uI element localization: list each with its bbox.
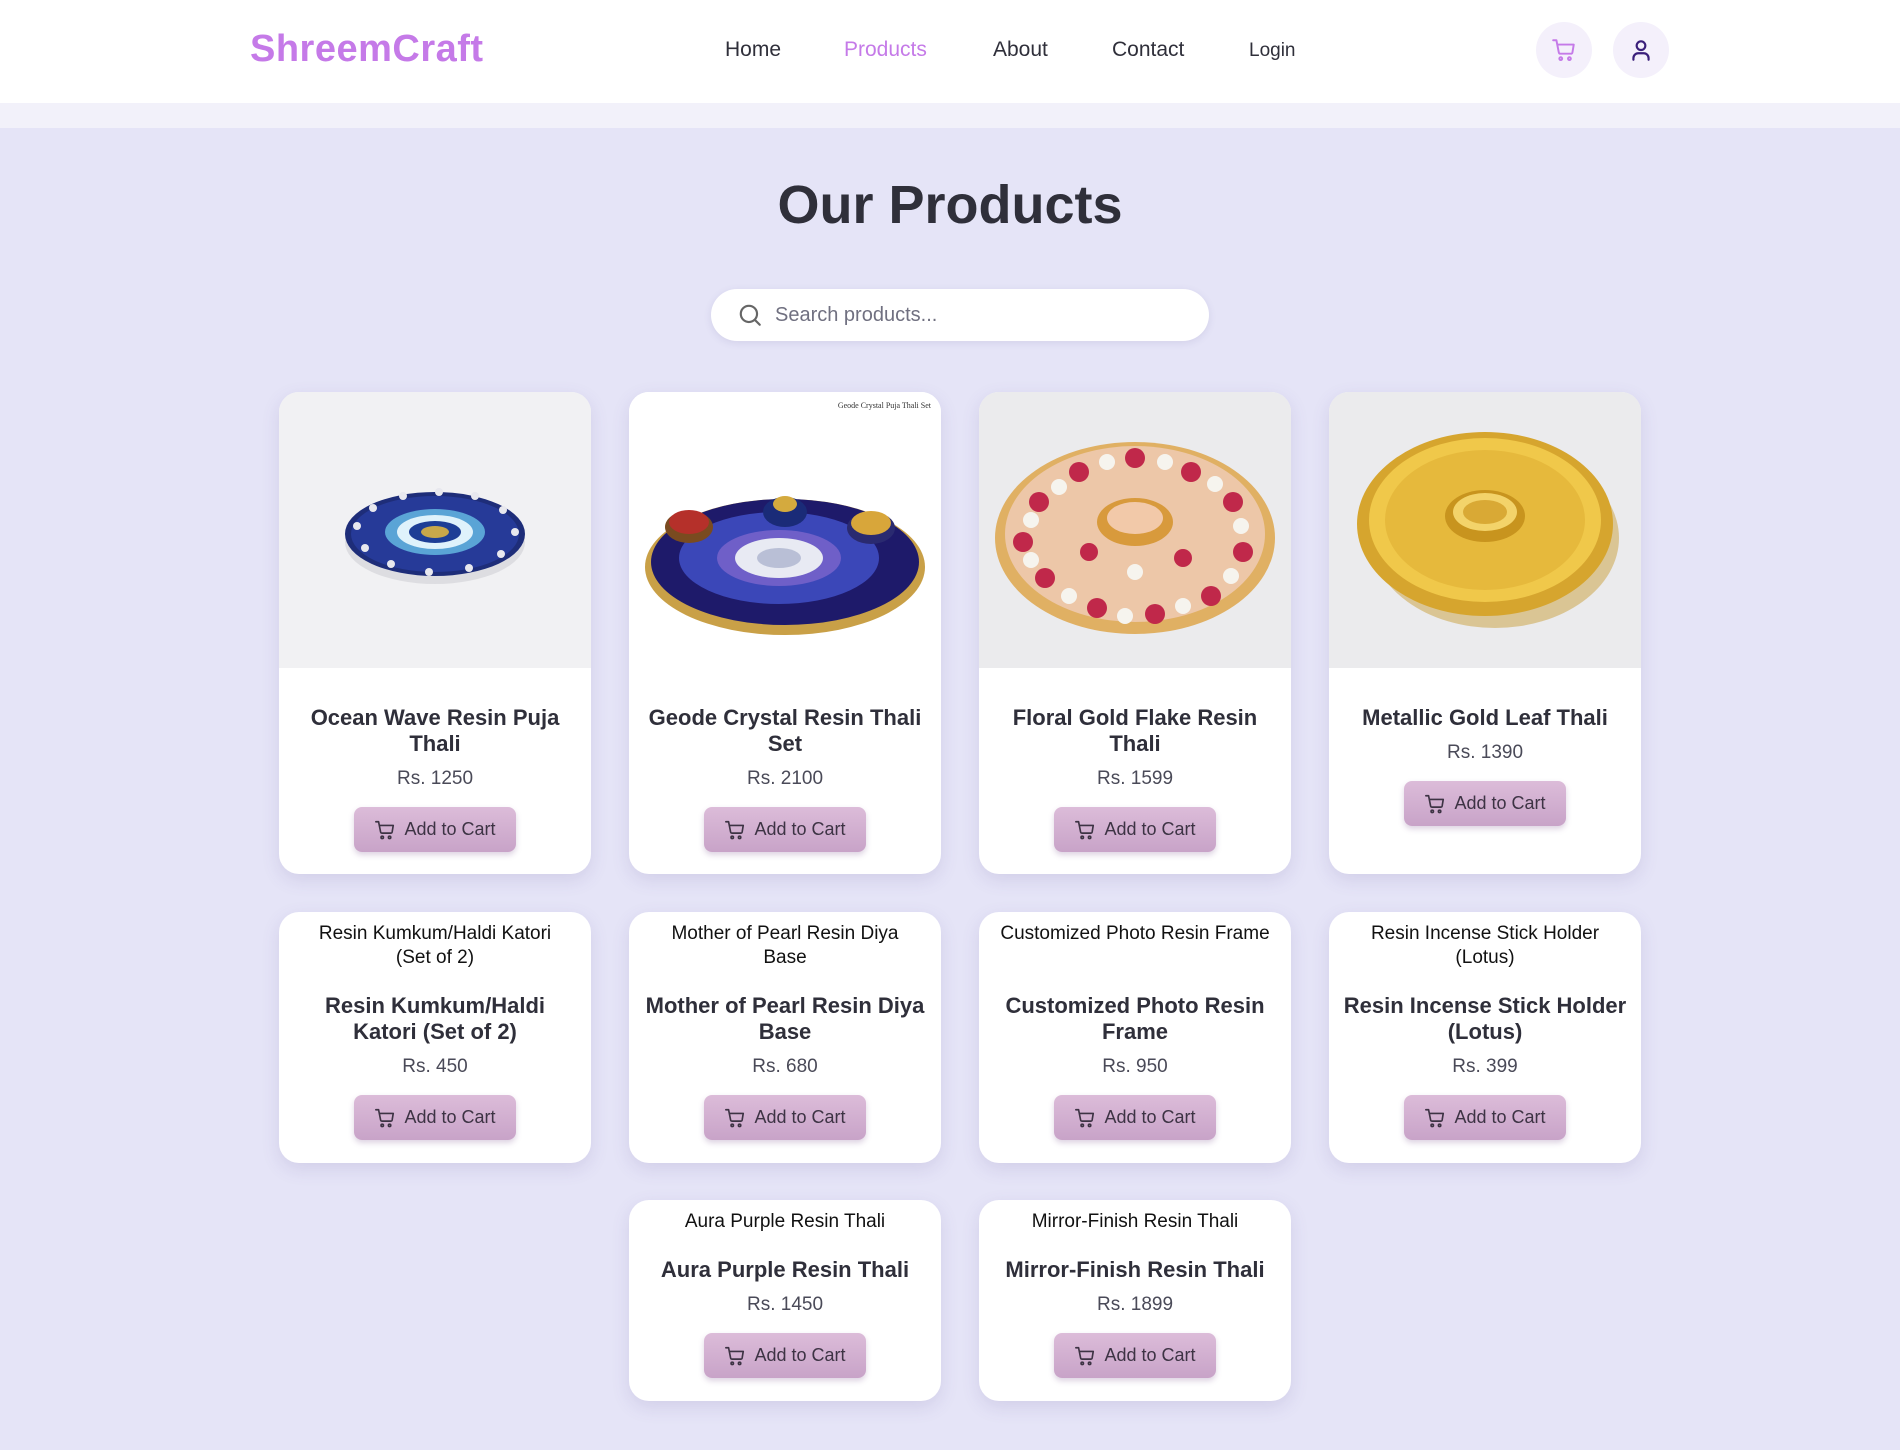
product-price: Rs. 1599 xyxy=(1096,768,1174,789)
page-title: Our Products xyxy=(777,175,1123,235)
cart-icon xyxy=(1075,1346,1095,1365)
product-price: Rs. 450 xyxy=(402,1056,468,1077)
product-title[interactable]: Mother of Pearl Resin Diya Base xyxy=(629,993,941,1045)
nav-about[interactable]: About xyxy=(993,38,1048,62)
floral-thali-picture xyxy=(979,392,1291,668)
product-image xyxy=(279,392,591,668)
add-to-cart-label: Add to Cart xyxy=(754,1345,846,1365)
product-title[interactable]: Geode Crystal Resin Thali Set xyxy=(629,705,941,757)
header-divider xyxy=(0,103,1900,128)
account-button[interactable] xyxy=(1613,22,1669,78)
nav-contact[interactable]: Contact xyxy=(1112,38,1184,62)
add-to-cart-label: Add to Cart xyxy=(404,1107,496,1127)
product-price: Rs. 2100 xyxy=(746,768,824,789)
product-title[interactable]: Metallic Gold Leaf Thali xyxy=(1329,705,1641,731)
add-to-cart-button[interactable]: Add to Cart xyxy=(704,807,866,852)
cart-icon xyxy=(725,1346,745,1365)
geode-thali-picture: Geode Crystal Puja Thali Set xyxy=(629,392,941,668)
broken-image-alt: Resin Incense Stick Holder (Lotus) xyxy=(1370,923,1600,968)
add-to-cart-button[interactable]: Add to Cart xyxy=(704,1333,866,1378)
nav-products[interactable]: Products xyxy=(844,38,927,62)
product-price: Rs. 399 xyxy=(1452,1056,1518,1077)
product-title[interactable]: Ocean Wave Resin Puja Thali xyxy=(279,705,591,757)
broken-image-alt: Aura Purple Resin Thali xyxy=(684,1211,886,1232)
product-price: Rs. 950 xyxy=(1102,1056,1168,1077)
cart-icon xyxy=(725,820,745,839)
add-to-cart-button[interactable]: Add to Cart xyxy=(1054,1333,1216,1378)
image-caption: Geode Crystal Puja Thali Set xyxy=(838,401,932,410)
broken-image-alt: Customized Photo Resin Frame xyxy=(1000,923,1270,944)
nav-home[interactable]: Home xyxy=(725,38,781,62)
product-card: Resin Incense Stick Holder (Lotus) Resin… xyxy=(1329,912,1641,1163)
product-title[interactable]: Aura Purple Resin Thali xyxy=(629,1257,941,1283)
gold-leaf-thali-picture xyxy=(1329,392,1641,668)
product-title[interactable]: Mirror-Finish Resin Thali xyxy=(979,1257,1291,1283)
add-to-cart-button[interactable]: Add to Cart xyxy=(1054,1095,1216,1140)
cart-icon xyxy=(725,1108,745,1127)
product-card: Aura Purple Resin Thali Aura Purple Resi… xyxy=(629,1200,941,1401)
product-price: Rs. 1899 xyxy=(1096,1294,1174,1315)
search-input[interactable] xyxy=(775,303,1195,327)
cart-icon xyxy=(375,1108,395,1127)
product-card: Floral Gold Flake Resin Thali Rs. 1599 A… xyxy=(979,392,1291,874)
nav-login[interactable]: Login xyxy=(1249,40,1296,62)
cart-icon xyxy=(1075,820,1095,839)
search-bar[interactable] xyxy=(711,289,1209,341)
product-card: Geode Crystal Puja Thali Set Geode Cryst… xyxy=(629,392,941,874)
product-title[interactable]: Resin Incense Stick Holder (Lotus) xyxy=(1329,993,1641,1045)
add-to-cart-button[interactable]: Add to Cart xyxy=(1404,781,1566,826)
product-card: Resin Kumkum/Haldi Katori (Set of 2) Res… xyxy=(279,912,591,1163)
cart-icon xyxy=(1425,1108,1445,1127)
search-icon xyxy=(739,304,761,326)
add-to-cart-label: Add to Cart xyxy=(1454,1107,1546,1127)
add-to-cart-button[interactable]: Add to Cart xyxy=(354,807,516,852)
product-title[interactable]: Floral Gold Flake Resin Thali xyxy=(979,705,1291,757)
product-card: Metallic Gold Leaf Thali Rs. 1390 Add to… xyxy=(1329,392,1641,874)
product-price: Rs. 1390 xyxy=(1446,742,1524,763)
product-card: Mother of Pearl Resin Diya Base Mother o… xyxy=(629,912,941,1163)
product-image xyxy=(1329,392,1641,668)
add-to-cart-label: Add to Cart xyxy=(1454,793,1546,813)
add-to-cart-button[interactable]: Add to Cart xyxy=(354,1095,516,1140)
product-price: Rs. 680 xyxy=(752,1056,818,1077)
add-to-cart-label: Add to Cart xyxy=(1104,1107,1196,1127)
add-to-cart-label: Add to Cart xyxy=(754,1107,846,1127)
add-to-cart-label: Add to Cart xyxy=(754,819,846,839)
site-header: ShreemCraft Home Products About Contact … xyxy=(0,0,1900,103)
cart-button[interactable] xyxy=(1536,22,1592,78)
product-card: Customized Photo Resin Frame Customized … xyxy=(979,912,1291,1163)
add-to-cart-label: Add to Cart xyxy=(1104,819,1196,839)
add-to-cart-button[interactable]: Add to Cart xyxy=(1054,807,1216,852)
product-title[interactable]: Resin Kumkum/Haldi Katori (Set of 2) xyxy=(279,993,591,1045)
cart-icon xyxy=(375,820,395,839)
user-icon xyxy=(1632,40,1650,61)
ocean-wave-thali-picture xyxy=(279,392,591,668)
cart-icon xyxy=(1075,1108,1095,1127)
product-price: Rs. 1250 xyxy=(396,768,474,789)
add-to-cart-label: Add to Cart xyxy=(404,819,496,839)
product-image xyxy=(979,392,1291,668)
broken-image-alt: Mirror-Finish Resin Thali xyxy=(1031,1211,1239,1232)
add-to-cart-button[interactable]: Add to Cart xyxy=(1404,1095,1566,1140)
product-title[interactable]: Customized Photo Resin Frame xyxy=(979,993,1291,1045)
product-card: Ocean Wave Resin Puja Thali Rs. 1250 Add… xyxy=(279,392,591,874)
broken-image-alt: Mother of Pearl Resin Diya Base xyxy=(671,923,899,968)
add-to-cart-button[interactable]: Add to Cart xyxy=(704,1095,866,1140)
product-card: Mirror-Finish Resin Thali Mirror-Finish … xyxy=(979,1200,1291,1401)
cart-icon xyxy=(1552,39,1575,62)
cart-icon xyxy=(1425,794,1445,813)
product-image: Geode Crystal Puja Thali Set xyxy=(629,392,941,668)
add-to-cart-label: Add to Cart xyxy=(1104,1345,1196,1365)
product-price: Rs. 1450 xyxy=(746,1294,824,1315)
broken-image-alt: Resin Kumkum/Haldi Katori (Set of 2) xyxy=(318,923,552,968)
